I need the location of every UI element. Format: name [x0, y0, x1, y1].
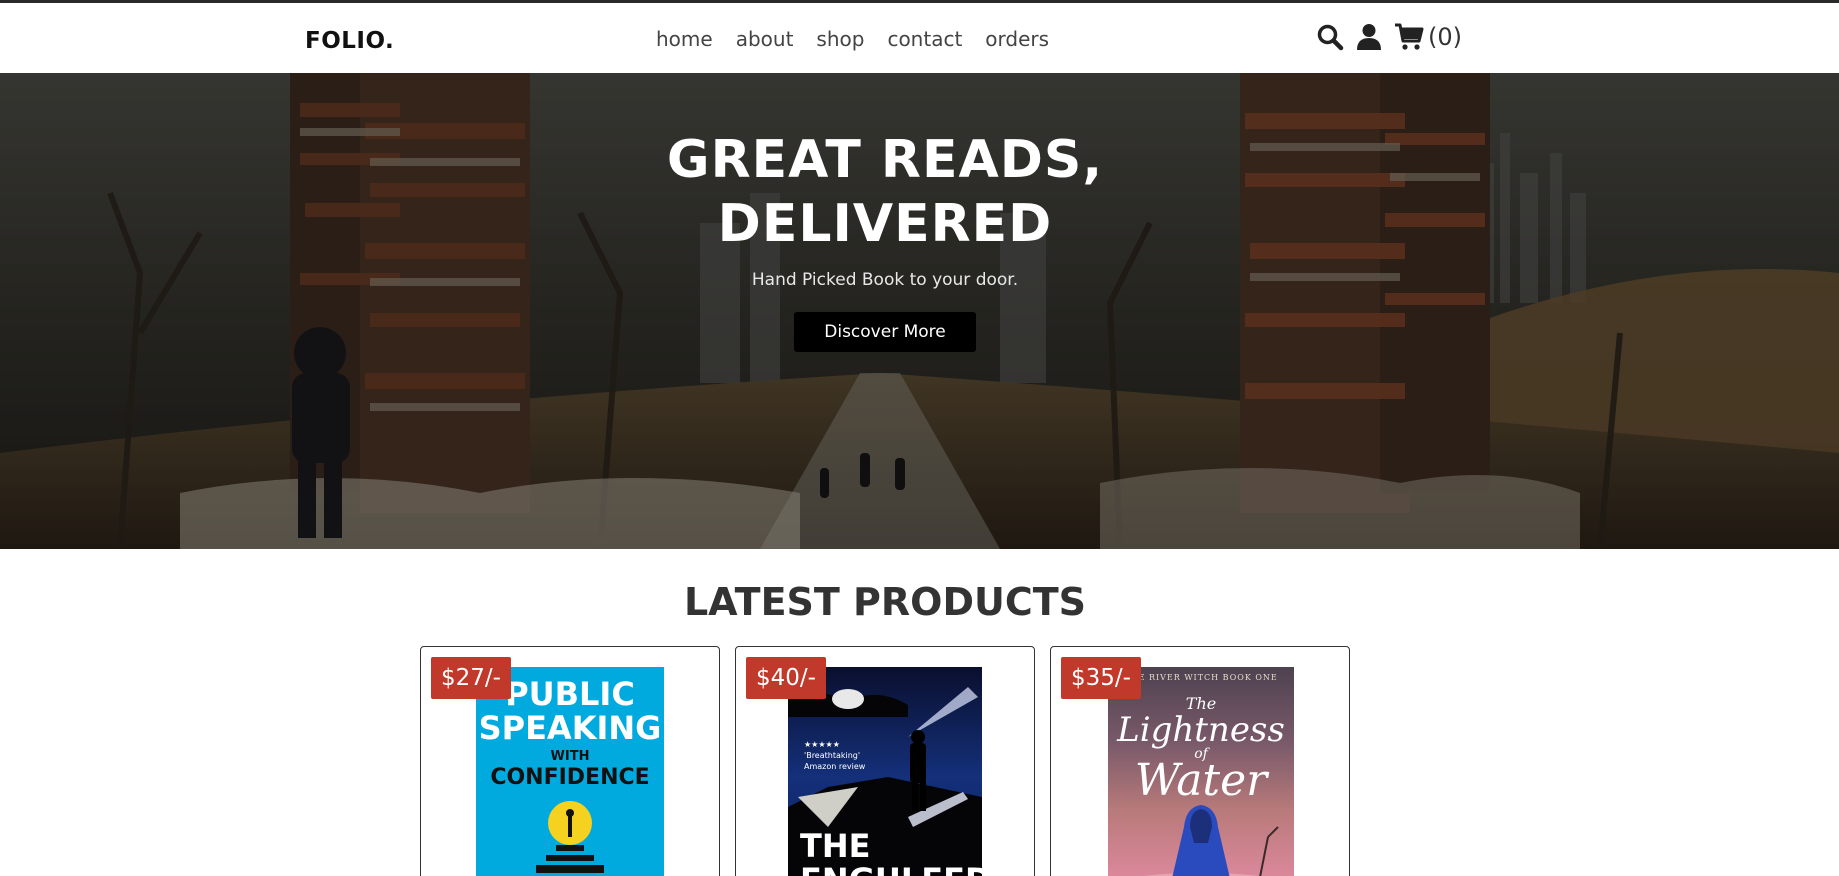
search-icon[interactable]: [1316, 23, 1344, 51]
hero-title-line-1: GREAT READS,: [666, 130, 1104, 190]
nav-home[interactable]: home: [656, 27, 713, 51]
nav-contact[interactable]: contact: [887, 27, 962, 51]
cover-text: Lightness: [1117, 710, 1285, 750]
cart-count[interactable]: (0): [1428, 23, 1462, 51]
user-icon[interactable]: [1356, 23, 1382, 51]
cover-text: Water: [1134, 755, 1268, 806]
product-card[interactable]: $35/- THE RIVER WITCH BOOK ONE The Light…: [1050, 646, 1350, 876]
site-header: FOLIO. home about shop contact orders (0…: [0, 3, 1839, 73]
price-badge: $40/-: [746, 657, 826, 699]
hero-banner: GREAT READS, DELIVERED Hand Picked Book …: [0, 73, 1839, 549]
main-nav: home about shop contact orders: [656, 27, 1072, 51]
cover-text: 'Breathtaking': [804, 751, 861, 760]
latest-products-heading: LATEST PRODUCTS: [683, 580, 1087, 624]
cover-text: THE: [800, 827, 871, 865]
lightbulb-podium-icon: [536, 801, 604, 873]
logo[interactable]: FOLIO.: [305, 28, 394, 54]
discover-more-button[interactable]: Discover More: [794, 312, 976, 352]
nav-orders[interactable]: orders: [985, 27, 1049, 51]
hero-title: GREAT READS, DELIVERED: [0, 128, 1770, 256]
cover-text: CONFIDENCE: [490, 765, 650, 790]
price-badge: $35/-: [1061, 657, 1141, 699]
product-card[interactable]: $27/- PUBLIC SPEAKING WITH CONFIDENCE: [420, 646, 720, 876]
hero-title-line-2: DELIVERED: [717, 194, 1053, 254]
header-actions: (0): [1316, 23, 1462, 51]
nav-shop[interactable]: shop: [816, 27, 864, 51]
cart-icon[interactable]: [1394, 23, 1424, 51]
price-badge: $27/-: [431, 657, 511, 699]
cover-text: ★★★★★: [804, 740, 840, 749]
nav-about[interactable]: about: [736, 27, 794, 51]
hero-content: GREAT READS, DELIVERED Hand Picked Book …: [0, 128, 1770, 352]
product-card[interactable]: $40/- ★★★★★ 'Breathtaking' Amazon review…: [735, 646, 1035, 876]
hero-subtitle: Hand Picked Book to your door.: [751, 270, 1019, 290]
cover-text: Amazon review: [804, 762, 866, 771]
cover-text: SPEAKING: [478, 709, 662, 747]
cover-text: ENGULFED: [800, 863, 982, 876]
cover-text: WITH: [550, 749, 590, 764]
cloaked-figure-illustration: [1143, 805, 1279, 876]
